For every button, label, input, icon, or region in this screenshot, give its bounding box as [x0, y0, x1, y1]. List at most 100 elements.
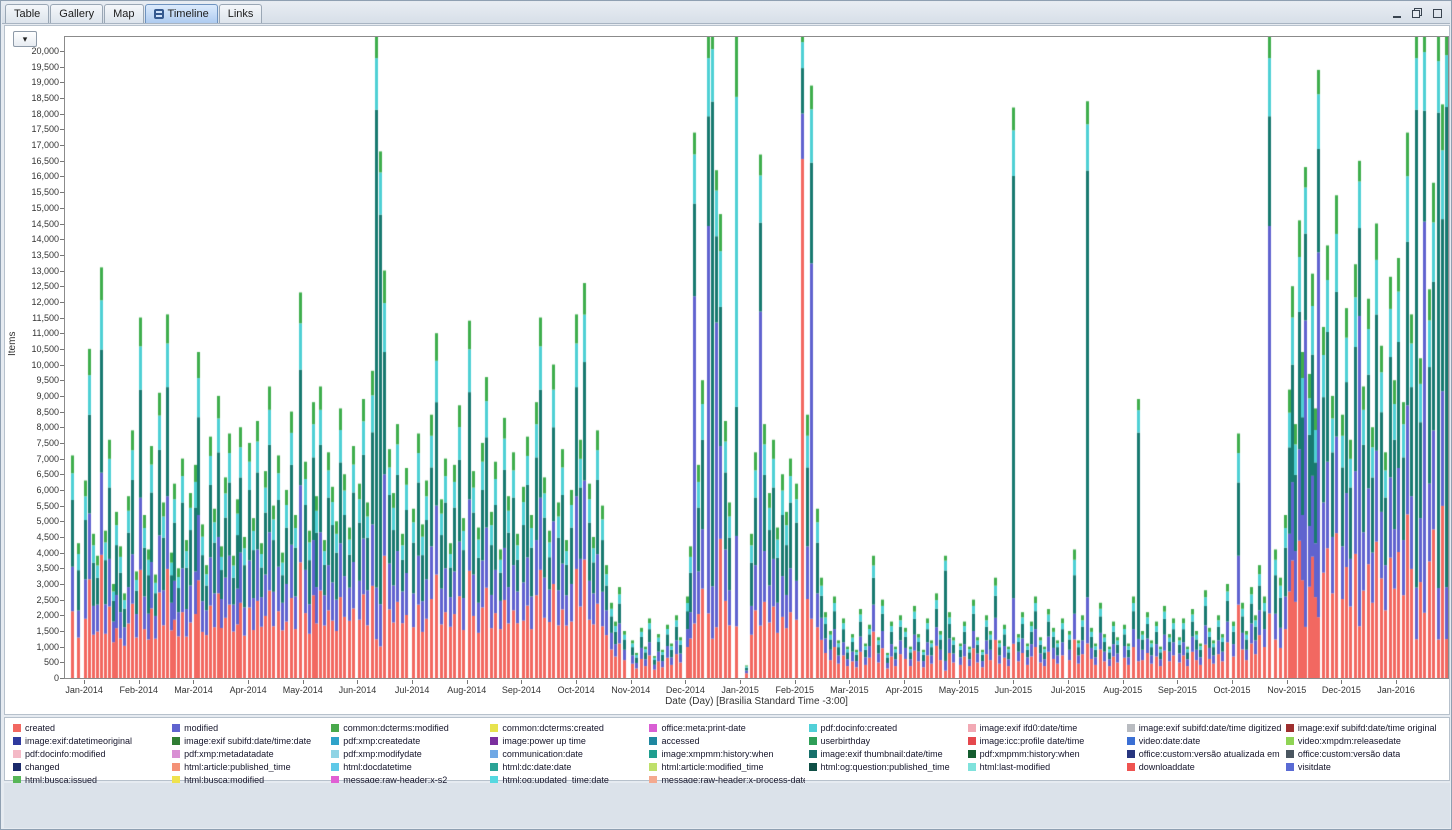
tab-links[interactable]: Links [219, 4, 263, 23]
x-axis-tick-mark [795, 680, 796, 684]
y-axis-tick-label: 9,000 [5, 391, 59, 401]
tab-table[interactable]: Table [5, 4, 49, 23]
y-axis-tick-label: 13,500 [5, 250, 59, 260]
x-axis-tick-label: Sep-2014 [491, 685, 551, 695]
legend-swatch-icon [490, 750, 498, 758]
y-axis-tick-label: 4,500 [5, 532, 59, 542]
app-window: Table Gallery Map Timeline Links ▾ Items… [0, 0, 1452, 830]
y-axis-tick-label: 4,000 [5, 548, 59, 558]
legend-label: common:dcterms:created [502, 723, 604, 733]
legend-item: image:exif subifd:date/time digitized [1127, 722, 1282, 733]
tab-map[interactable]: Map [104, 4, 143, 23]
y-axis-tick-mark [60, 631, 64, 632]
x-axis-tick-mark [1341, 680, 1342, 684]
y-axis-tick-label: 15,000 [5, 203, 59, 213]
y-axis-tick-mark [60, 302, 64, 303]
y-axis-tick-label: 9,500 [5, 375, 59, 385]
legend-swatch-icon [331, 750, 339, 758]
legend-label: html:docdatetime [343, 762, 412, 772]
y-axis-tick-label: 7,000 [5, 454, 59, 464]
maximize-icon [1433, 9, 1442, 18]
y-axis-tick-mark [60, 427, 64, 428]
x-axis-tick-mark [849, 680, 850, 684]
chart-options-dropdown-button[interactable]: ▾ [13, 31, 37, 47]
y-axis-tick-mark [60, 506, 64, 507]
x-axis-tick-label: Jun-2014 [327, 685, 387, 695]
legend-label: changed [25, 762, 60, 772]
legend-swatch-icon [649, 763, 657, 771]
legend-item: html:article:modified_time [649, 761, 804, 772]
x-axis-tick-mark [685, 680, 686, 684]
legend-item: image:power up time [490, 735, 645, 746]
x-axis-tick-mark [904, 680, 905, 684]
y-axis-tick-label: 1,500 [5, 626, 59, 636]
y-axis-tick-mark [60, 537, 64, 538]
legend-item: pdf:xmp:metadatadate [172, 748, 327, 759]
y-axis-tick-label: 20,000 [5, 46, 59, 56]
chart-plot-area[interactable] [64, 36, 1449, 679]
legend-label: common:dcterms:modified [343, 723, 449, 733]
timeline-chart-panel: ▾ Items Date (Day) [Brasilia Standard Ti… [4, 25, 1450, 715]
legend-item: html:last-modified [968, 761, 1123, 772]
x-axis-tick-mark [467, 680, 468, 684]
legend-item: html:docdatetime [331, 761, 486, 772]
y-axis-tick-mark [60, 176, 64, 177]
x-axis-tick-label: Dec-2015 [1311, 685, 1371, 695]
x-axis-tick-label: Apr-2014 [218, 685, 278, 695]
legend-label: image:exif subifd:date/time original [1298, 723, 1437, 733]
legend-item: video:xmpdm:releasedate [1286, 735, 1441, 746]
x-axis-tick-mark [1396, 680, 1397, 684]
legend-label: pdf:docinfo:created [821, 723, 898, 733]
x-axis-tick-mark [1232, 680, 1233, 684]
legend-swatch-icon [13, 750, 21, 758]
legend-label: communication:date [502, 749, 583, 759]
y-axis-tick-mark [60, 114, 64, 115]
legend-swatch-icon [331, 763, 339, 771]
y-axis-tick-mark [60, 192, 64, 193]
legend-swatch-icon [968, 737, 976, 745]
x-axis-tick-mark [84, 680, 85, 684]
restore-window-button[interactable] [1411, 6, 1423, 18]
y-axis-tick-mark [60, 255, 64, 256]
legend-swatch-icon [809, 763, 817, 771]
x-axis-tick-label: Oct-2015 [1202, 685, 1262, 695]
legend-swatch-icon [1127, 750, 1135, 758]
y-axis-tick-label: 14,000 [5, 234, 59, 244]
tab-label: Map [113, 8, 134, 20]
timeline-chart-canvas[interactable] [65, 37, 1448, 678]
legend-swatch-icon [172, 724, 180, 732]
legend-item: pdf:xmp:modifydate [331, 748, 486, 759]
y-axis-tick-label: 17,000 [5, 140, 59, 150]
legend-label: image:exif ifd0:date/time [980, 723, 1078, 733]
legend-item: accessed [649, 735, 804, 746]
tab-gallery[interactable]: Gallery [50, 4, 103, 23]
maximize-window-button[interactable] [1431, 6, 1443, 18]
y-axis-tick-mark [60, 443, 64, 444]
y-axis-tick-mark [60, 82, 64, 83]
x-axis-tick-mark [740, 680, 741, 684]
y-axis-tick-label: 18,000 [5, 109, 59, 119]
y-axis-tick-label: 1,000 [5, 642, 59, 652]
legend-item: html:dc:date:date [490, 761, 645, 772]
minimize-window-button[interactable] [1391, 6, 1403, 18]
legend-swatch-icon [649, 724, 657, 732]
legend-label: created [25, 723, 55, 733]
y-axis-tick-label: 6,000 [5, 485, 59, 495]
y-axis-tick-label: 15,500 [5, 187, 59, 197]
tab-timeline[interactable]: Timeline [145, 4, 218, 23]
y-axis-tick-label: 5,500 [5, 501, 59, 511]
timeline-tab-icon [154, 9, 164, 19]
window-controls [1391, 6, 1443, 18]
x-axis-tick-label: Feb-2015 [765, 685, 825, 695]
y-axis-tick-mark [60, 553, 64, 554]
x-axis-tick-mark [1013, 680, 1014, 684]
x-axis-tick-label: Apr-2015 [874, 685, 934, 695]
legend-swatch-icon [172, 750, 180, 758]
y-axis-tick-label: 19,500 [5, 62, 59, 72]
y-axis-tick-label: 10,000 [5, 360, 59, 370]
y-axis-tick-mark [60, 349, 64, 350]
legend-swatch-icon [172, 737, 180, 745]
legend-swatch-icon [490, 737, 498, 745]
y-axis-tick-label: 8,000 [5, 422, 59, 432]
legend-swatch-icon [1286, 737, 1294, 745]
